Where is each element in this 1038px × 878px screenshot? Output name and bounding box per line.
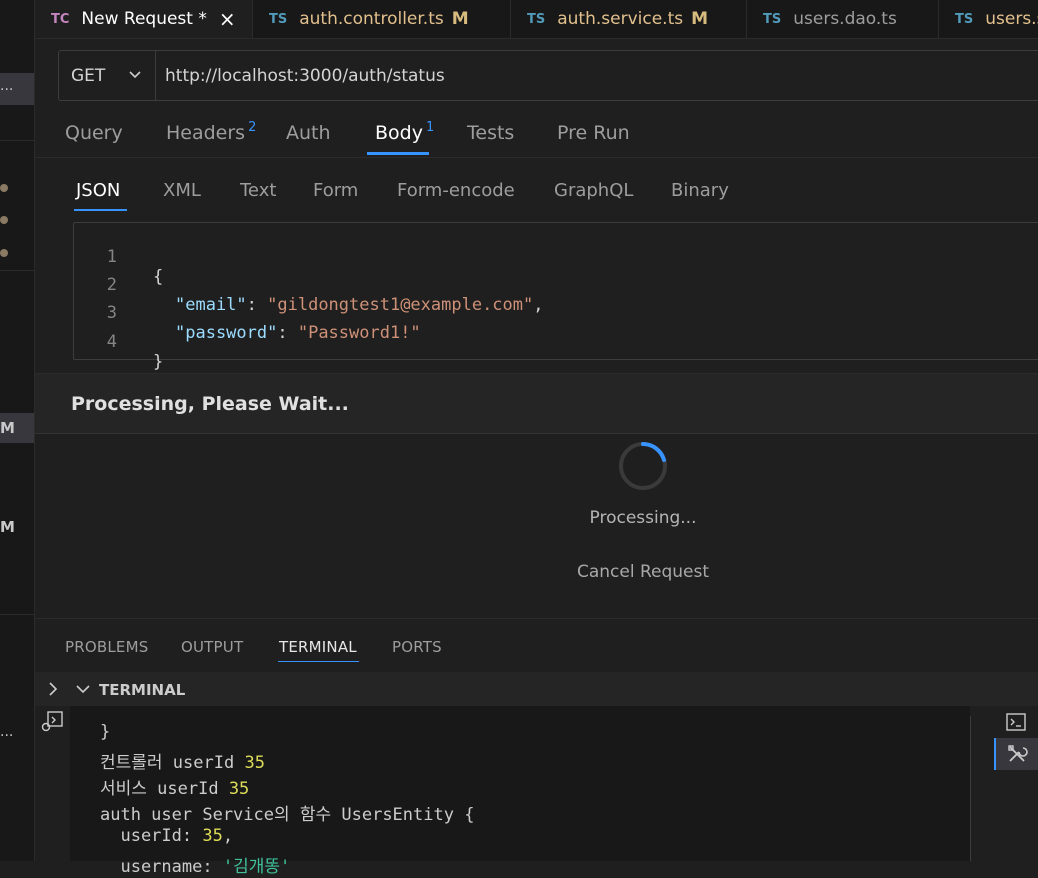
tab-label: auth.service.ts [557,9,684,29]
divider [35,157,1038,158]
typescript-icon: TS [955,11,974,27]
divider [35,618,1038,619]
typescript-icon: TS [269,11,288,27]
terminal-instance-item[interactable] [994,706,1038,738]
format-tab-form-encode[interactable]: Form-encode [397,180,515,201]
format-tab-json[interactable]: JSON [76,180,120,201]
modified-dot [0,216,8,224]
body-count-badge: 1 [425,120,435,135]
request-url-bar: GET http://localhost:3000/auth/status [58,50,1038,101]
terminal-scrollbar[interactable] [970,716,994,861]
terminal-icon [1006,713,1026,731]
terminal-line: auth user Service의 함수 UsersEntity { [100,805,475,825]
panel-tab-terminal[interactable]: TERMINAL [279,638,357,656]
format-tab-graphql[interactable]: GraphQL [554,180,633,201]
tab-auth[interactable]: Auth [286,122,331,144]
tab-label: users.s [985,9,1038,29]
processing-status: Processing... [589,508,697,528]
panel-tab-ports[interactable]: PORTS [392,638,442,656]
tools-icon [1008,745,1028,762]
method-value: GET [71,65,106,86]
code-line: 2 "email": "gildongtest1@example.com", [74,255,974,315]
format-tab-form[interactable]: Form [313,180,358,201]
format-tab-binary[interactable]: Binary [671,180,729,201]
terminal-section-header[interactable]: TERMINAL [35,672,1038,706]
cancel-request-button[interactable]: Cancel Request [0,562,1038,582]
chevron-down-icon [129,71,141,79]
loading-spinner-icon [619,442,667,490]
chevron-down-icon[interactable] [75,681,91,697]
url-input[interactable]: http://localhost:3000/auth/status [165,51,445,100]
tab-label: users.dao.ts [793,9,897,29]
tab-users-dao[interactable]: TS users.dao.ts [747,0,939,38]
tab-tests[interactable]: Tests [467,122,514,144]
method-select[interactable]: GET [59,51,156,100]
response-header: Processing, Please Wait... [35,374,1038,434]
side-strip: ... M M ... [0,0,35,861]
side-strip-ellipsis[interactable]: ... [0,78,13,94]
modified-marker: M [451,9,469,29]
tab-auth-controller[interactable]: TS auth.controller.ts M [253,0,511,38]
headers-count-badge: 2 [248,120,257,135]
line-number: 4 [106,332,117,352]
chevron-right-icon[interactable] [45,681,61,697]
editor-tab-bar: TC New Request * × TS auth.controller.ts… [35,0,1038,39]
modified-marker: M [0,419,15,437]
processing-title: Processing, Please Wait... [71,393,349,415]
active-tab-indicator [367,152,429,155]
terminal-list [994,706,1038,861]
tab-label: New Request * [81,9,207,29]
tab-pre-run[interactable]: Pre Run [557,122,630,144]
tab-new-request[interactable]: TC New Request * × [35,0,253,38]
close-icon[interactable]: × [219,7,236,31]
modified-marker: M [691,9,709,29]
terminal-line: } [100,722,111,742]
typescript-icon: TS [527,11,546,27]
terminal-line: 컨트롤러 userId 35 [100,753,265,773]
thunder-client-icon: TC [51,11,70,27]
terminal-output[interactable]: } 컨트롤러 userId 35 서비스 userId 35 auth user… [70,706,970,877]
tab-headers[interactable]: Headers 2 [166,120,257,144]
active-panel-indicator [278,661,359,662]
tab-label: auth.controller.ts [299,9,444,29]
terminal-instance-item[interactable] [994,738,1038,770]
terminal-line: username: '김개똥' [100,857,291,877]
tab-body[interactable]: Body 1 [375,120,435,144]
tab-users-service[interactable]: TS users.s [939,0,1038,38]
code-line: 3 "password": "Password1!" [74,283,974,343]
format-tab-xml[interactable]: XML [163,180,201,201]
typescript-icon: TS [763,11,782,27]
side-strip-ellipsis[interactable]: ... [0,724,13,740]
terminal-line: 서비스 userId 35 [100,779,250,799]
code-line: 4 } [74,312,974,372]
terminal-line: userId: 35, [100,826,234,846]
debug-console-icon[interactable] [40,710,64,734]
json-body-editor[interactable]: 1 { 2 "email": "gildongtest1@example.com… [73,222,1038,372]
modified-dot [0,184,8,192]
modified-dot [0,249,8,257]
tab-query[interactable]: Query [65,122,123,144]
terminal-section-title: TERMINAL [99,681,186,699]
code-line: 1 { [74,227,974,287]
format-tab-text[interactable]: Text [240,180,276,201]
tab-auth-service[interactable]: TS auth.service.ts M [511,0,747,38]
active-format-indicator [74,209,127,211]
panel-tab-problems[interactable]: PROBLEMS [65,638,148,656]
panel-tab-output[interactable]: OUTPUT [181,638,243,656]
